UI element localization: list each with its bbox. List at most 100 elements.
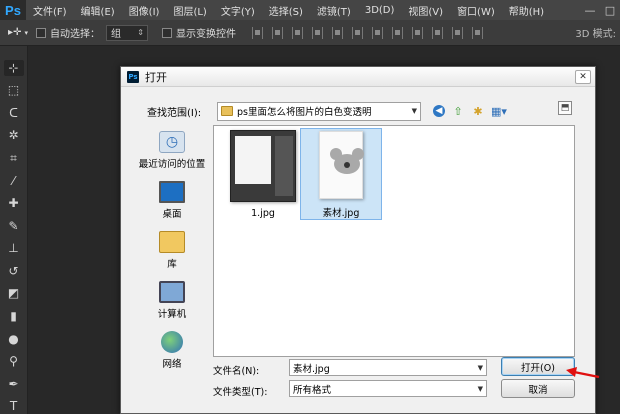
recent-places-icon: ◷ (159, 130, 185, 153)
align-top-icon[interactable] (252, 26, 263, 39)
look-in-row: 查找范围(I): ps里面怎么将图片的白色变透明 ▼ ◀ ⇧ ✱ ▦▾ ⬒ (121, 101, 597, 121)
place-network-label: 网络 (162, 358, 182, 370)
history-brush-tool-icon[interactable]: ↺ (4, 263, 24, 279)
gradient-tool-icon[interactable]: ▮ (4, 308, 24, 324)
dodge-tool-icon[interactable]: ⚲ (4, 353, 24, 369)
move-tool-icon: ▸✛ (8, 27, 22, 38)
photoshop-icon: Ps (127, 70, 139, 83)
menu-image[interactable]: 图像(I) (122, 3, 167, 18)
options-bar: ▸✛ ▾ 自动选择： 组 显示变换控件 3D 模式: (0, 20, 620, 46)
dialog-titlebar[interactable]: Ps 打开 ✕ (121, 67, 595, 87)
distribute-vcenter-icon[interactable] (392, 26, 403, 39)
koala-nose (344, 162, 350, 168)
eyedropper-tool-icon[interactable]: ⁄ (4, 173, 24, 189)
red-arrow-annotation (566, 367, 600, 379)
menu-window[interactable]: 窗口(W) (450, 3, 502, 18)
menu-help[interactable]: 帮助(H) (502, 3, 551, 18)
file-item-selected[interactable]: 素材.jpg (300, 128, 382, 220)
filename-value: 素材.jpg (293, 363, 330, 375)
chevron-down-icon: ▼ (477, 384, 483, 393)
close-button[interactable]: ✕ (575, 70, 591, 84)
filetype-dropdown[interactable]: 所有格式 ▼ (289, 380, 487, 397)
menu-filter[interactable]: 滤镜(T) (310, 3, 358, 18)
photoshop-logo: Ps (0, 0, 26, 20)
align-right-icon[interactable] (352, 26, 363, 39)
file-name: 素材.jpg (322, 208, 360, 219)
auto-select-checkbox[interactable] (36, 27, 46, 38)
align-distribute-group (252, 26, 483, 39)
tool-preset-picker[interactable]: ▸✛ ▾ (0, 27, 36, 38)
place-libraries[interactable]: 库 (133, 225, 211, 275)
filetype-label: 文件类型(T): (213, 387, 268, 398)
menu-layer[interactable]: 图层(L) (166, 3, 213, 18)
distribute-left-icon[interactable] (432, 26, 443, 39)
show-transform-label: 显示变换控件 (176, 29, 236, 40)
file-name: 1.jpg (251, 208, 275, 219)
cancel-button[interactable]: 取消 (501, 379, 575, 398)
place-libraries-label: 库 (167, 258, 177, 270)
distribute-bottom-icon[interactable] (412, 26, 423, 39)
open-button[interactable]: 打开(O) (501, 357, 575, 376)
file-thumbnail (230, 130, 296, 202)
network-icon (161, 330, 183, 353)
move-tool-icon[interactable]: ⊹ (3, 60, 24, 76)
place-desktop[interactable]: 桌面 (133, 175, 211, 225)
computer-icon (159, 280, 185, 303)
libraries-icon (159, 230, 185, 253)
minimize-button[interactable]: — (580, 4, 600, 17)
menu-edit[interactable]: 编辑(E) (74, 3, 122, 18)
lasso-tool-icon[interactable]: ᑕ (4, 105, 24, 121)
stamp-tool-icon[interactable]: ⊥ (4, 241, 24, 257)
brush-tool-icon[interactable]: ✎ (4, 218, 24, 234)
distribute-top-icon[interactable] (372, 26, 383, 39)
show-transform-checkbox[interactable] (162, 27, 172, 38)
up-folder-icon[interactable]: ⇧ (451, 105, 465, 118)
menu-select[interactable]: 选择(S) (262, 3, 310, 18)
magic-wand-tool-icon[interactable]: ✲ (4, 128, 24, 144)
menu-view[interactable]: 视图(V) (401, 3, 450, 18)
folder-icon (221, 106, 233, 116)
filetype-value: 所有格式 (293, 384, 332, 396)
distribute-right-icon[interactable] (472, 26, 483, 39)
align-hcenter-icon[interactable] (332, 26, 343, 39)
filename-input[interactable]: 素材.jpg ▼ (289, 359, 487, 376)
menu-file[interactable]: 文件(F) (26, 3, 74, 18)
distribute-hcenter-icon[interactable] (452, 26, 463, 39)
type-tool-icon[interactable]: T (4, 398, 24, 414)
align-vcenter-icon[interactable] (272, 26, 283, 39)
look-in-label: 查找范围(I): (147, 107, 202, 119)
3d-mode-label: 3D 模式: (575, 29, 616, 40)
folder-preview-icon[interactable]: ⬒ (558, 101, 572, 115)
new-folder-icon[interactable]: ✱ (471, 105, 485, 118)
auto-select-dropdown[interactable]: 组 (106, 24, 148, 41)
healing-tool-icon[interactable]: ✚ (4, 195, 24, 211)
look-in-dropdown[interactable]: ps里面怎么将图片的白色变透明 ▼ (217, 101, 421, 121)
place-recent[interactable]: ◷ 最近访问的位置 (133, 125, 211, 175)
maximize-button[interactable]: □ (600, 4, 620, 17)
look-in-value: ps里面怎么将图片的白色变透明 (237, 107, 372, 118)
place-network[interactable]: 网络 (133, 325, 211, 375)
menu-3d[interactable]: 3D(D) (358, 5, 402, 16)
view-menu-icon[interactable]: ▦▾ (491, 105, 507, 118)
chevron-down-icon[interactable]: ▼ (478, 364, 483, 372)
menu-type[interactable]: 文字(Y) (214, 3, 262, 18)
desktop-icon (159, 180, 185, 203)
blur-tool-icon[interactable]: ● (4, 331, 24, 347)
file-item[interactable]: 1.jpg (222, 128, 304, 220)
marquee-tool-icon[interactable]: ⬚ (4, 83, 24, 99)
navigation-icons: ◀ ⇧ ✱ ▦▾ (433, 105, 507, 118)
pen-tool-icon[interactable]: ✒ (4, 376, 24, 392)
open-dialog: Ps 打开 ✕ 查找范围(I): ps里面怎么将图片的白色变透明 ▼ ◀ ⇧ ✱… (120, 66, 596, 414)
align-left-icon[interactable] (312, 26, 323, 39)
filename-label: 文件名(N): (213, 366, 260, 377)
dialog-title: 打开 (145, 70, 167, 84)
photoshop-window: Ps 文件(F) 编辑(E) 图像(I) 图层(L) 文字(Y) 选择(S) 滤… (0, 0, 620, 414)
places-bar: ◷ 最近访问的位置 桌面 库 计算机 网络 (133, 125, 211, 370)
crop-tool-icon[interactable]: ⌗ (4, 150, 24, 166)
eraser-tool-icon[interactable]: ◩ (4, 286, 24, 302)
menu-bar: Ps 文件(F) 编辑(E) 图像(I) 图层(L) 文字(Y) 选择(S) 滤… (0, 0, 620, 20)
tools-panel: ⊹ ⬚ ᑕ ✲ ⌗ ⁄ ✚ ✎ ⊥ ↺ ◩ ▮ ● ⚲ ✒ T (0, 46, 28, 414)
align-bottom-icon[interactable] (292, 26, 303, 39)
back-icon[interactable]: ◀ (433, 105, 445, 117)
place-computer[interactable]: 计算机 (133, 275, 211, 325)
